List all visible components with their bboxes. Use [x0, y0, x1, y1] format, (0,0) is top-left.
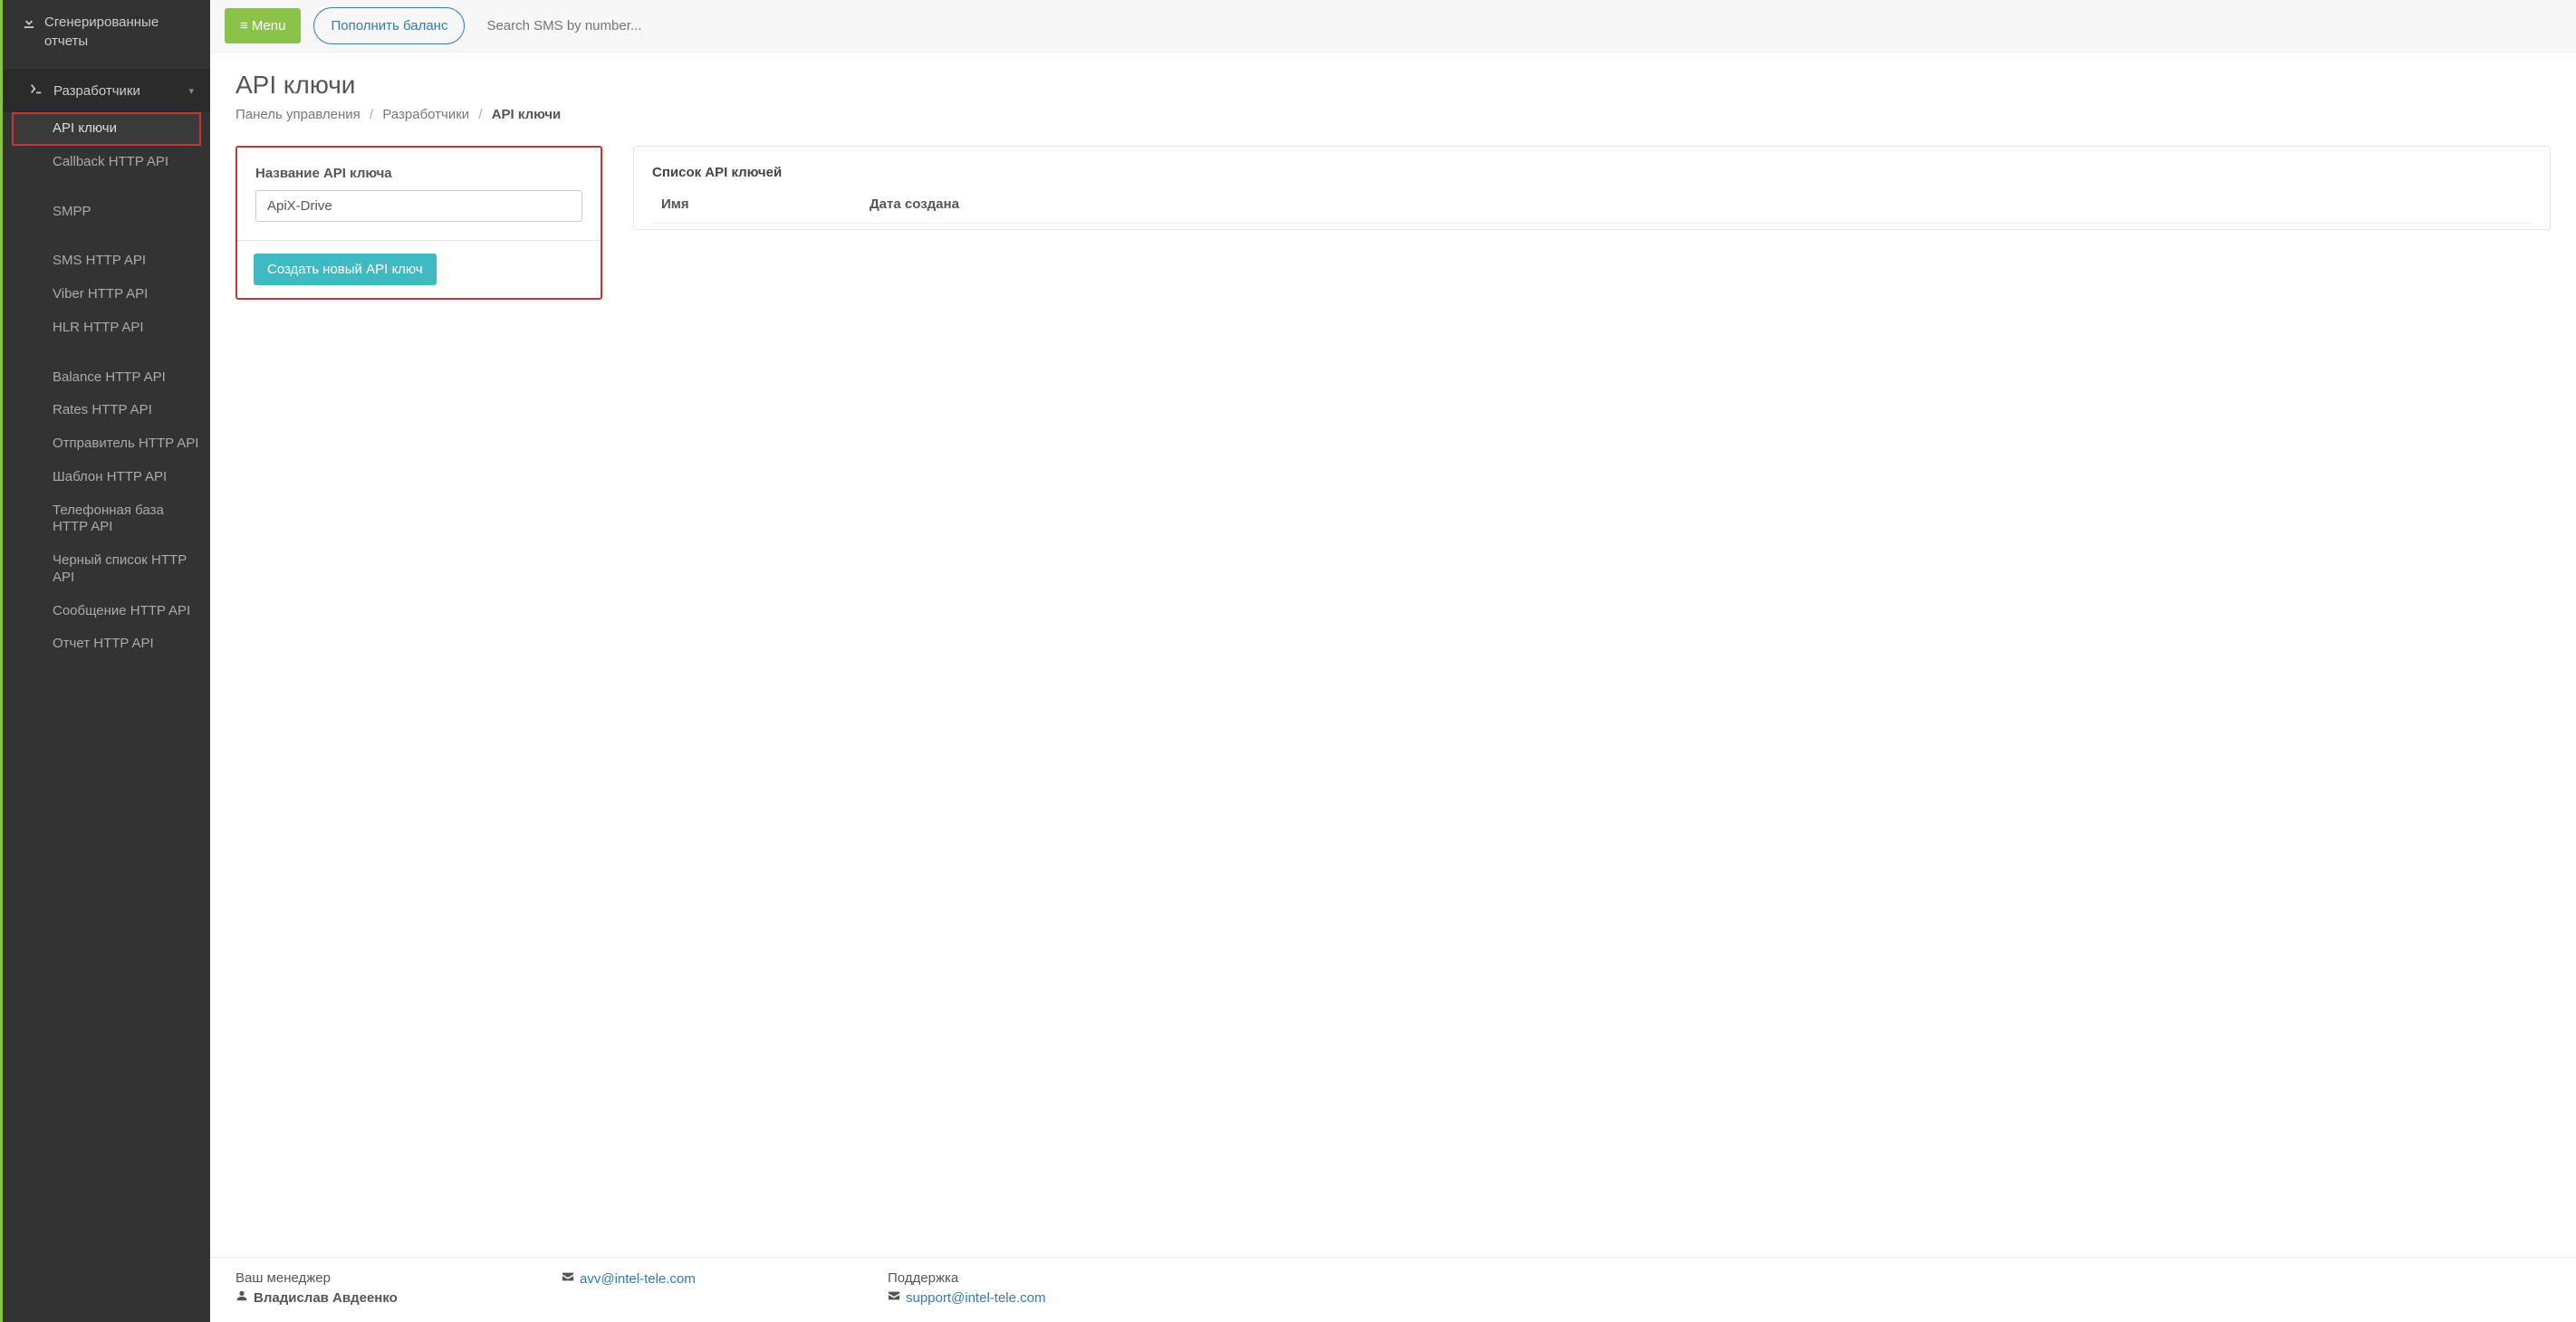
footer-manager-email-col: avv@intel-tele.com [562, 1270, 815, 1309]
hamburger-icon: ≡ [240, 18, 252, 34]
chevron-down-icon: ▾ [188, 85, 194, 97]
breadcrumb-developers[interactable]: Разработчики [382, 107, 469, 122]
sidebar-subitem-phonebase-http[interactable]: Телефонная база HTTP API [3, 494, 210, 545]
search-input[interactable] [477, 9, 704, 43]
breadcrumb: Панель управления / Разработчики / API к… [235, 107, 2551, 122]
breadcrumb-current: API ключи [492, 107, 562, 122]
col-date: Дата создана [870, 196, 959, 212]
sidebar-subitem-sender-http[interactable]: Отправитель HTTP API [3, 427, 210, 461]
api-key-name-label: Название API ключа [255, 166, 582, 181]
api-key-name-input[interactable] [255, 190, 582, 222]
topbar: ≡ Menu Пополнить баланс [210, 0, 2576, 53]
footer: Ваш менеджер Владислав Авдеенко avv@inte… [210, 1257, 2576, 1322]
sidebar-section-developers[interactable]: Разработчики ▾ [3, 69, 210, 112]
sidebar-subitem-report-http[interactable]: Отчет HTTP API [3, 627, 210, 661]
sidebar-subitem-callback[interactable]: Callback HTTP API [3, 146, 210, 179]
sidebar-subitem-rates-http[interactable]: Rates HTTP API [3, 394, 210, 427]
create-api-key-button[interactable]: Создать новый API ключ [254, 254, 437, 285]
sidebar-subitem-api-keys[interactable]: API ключи [12, 112, 201, 146]
manager-label: Ваш менеджер [235, 1270, 489, 1286]
breadcrumb-dashboard[interactable]: Панель управления [235, 107, 360, 122]
page-title: API ключи [235, 71, 2551, 100]
panels: Название API ключа Создать новый API клю… [235, 146, 2551, 300]
menu-button[interactable]: ≡ Menu [225, 8, 301, 43]
sidebar-subitem-balance-http[interactable]: Balance HTTP API [3, 361, 210, 395]
envelope-icon [888, 1289, 900, 1306]
list-panel-title: Список API ключей [652, 165, 2532, 180]
api-keys-list-panel: Список API ключей Имя Дата создана [633, 146, 2551, 230]
terminal-icon [30, 82, 43, 99]
sidebar-subitem-smpp[interactable]: SMPP [3, 196, 210, 229]
sidebar-subitem-hlr-http[interactable]: HLR HTTP API [3, 311, 210, 345]
table-header: Имя Дата создана [652, 180, 2532, 224]
sidebar-item-label: Сгенерированные отчеты [44, 13, 197, 51]
sidebar-subitem-viber-http[interactable]: Viber HTTP API [3, 278, 210, 311]
sidebar-subitem-message-http[interactable]: Сообщение HTTP API [3, 595, 210, 628]
content: API ключи Панель управления / Разработчи… [210, 53, 2576, 1257]
sidebar: Сгенерированные отчеты Разработчики ▾ AP… [0, 0, 210, 1322]
support-label: Поддержка [888, 1270, 1141, 1286]
sidebar-subitem-template-http[interactable]: Шаблон HTTP API [3, 461, 210, 494]
sidebar-section-label: Разработчики [53, 83, 140, 99]
sidebar-subitem-sms-http[interactable]: SMS HTTP API [3, 244, 210, 278]
create-api-key-panel: Название API ключа Создать новый API клю… [235, 146, 602, 300]
main: ≡ Menu Пополнить баланс API ключи Панель… [210, 0, 2576, 1322]
download-icon [23, 14, 35, 34]
footer-support: Поддержка support@intel-tele.com [888, 1270, 1141, 1309]
balance-button[interactable]: Пополнить баланс [313, 7, 465, 44]
user-icon [235, 1289, 248, 1306]
support-email-link[interactable]: support@intel-tele.com [906, 1290, 1045, 1306]
footer-manager: Ваш менеджер Владислав Авдеенко [235, 1270, 489, 1309]
envelope-icon [562, 1270, 574, 1287]
col-name: Имя [661, 196, 870, 212]
sidebar-item-reports[interactable]: Сгенерированные отчеты [3, 0, 210, 69]
sidebar-subitem-blacklist-http[interactable]: Черный список HTTP API [3, 544, 210, 595]
manager-name: Владислав Авдеенко [254, 1290, 398, 1306]
manager-email-link[interactable]: avv@intel-tele.com [580, 1271, 696, 1287]
